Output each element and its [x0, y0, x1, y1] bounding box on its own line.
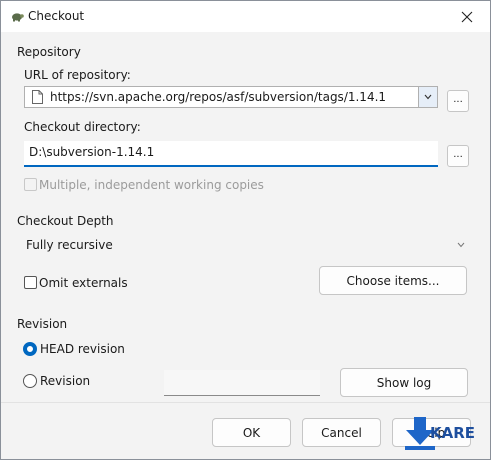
title-bar: Checkout	[1, 1, 490, 32]
repository-section-label: Repository	[17, 45, 81, 59]
choose-items-button[interactable]: Choose items...	[319, 266, 467, 295]
head-revision-radio[interactable]	[23, 342, 37, 356]
ok-button[interactable]: OK	[212, 418, 291, 447]
checkout-directory-value: D:\subversion-1.14.1	[29, 145, 155, 159]
checkout-depth-section-label: Checkout Depth	[17, 214, 114, 228]
watermark-text: KARE	[430, 424, 476, 442]
close-icon	[461, 11, 473, 22]
show-log-label: Show log	[376, 375, 432, 390]
head-revision-label: HEAD revision	[40, 342, 125, 356]
checkout-depth-value: Fully recursive	[26, 238, 113, 252]
document-icon	[32, 90, 43, 104]
revision-label: Revision	[40, 374, 91, 388]
directory-browse-button[interactable]: ...	[447, 145, 469, 167]
cancel-label: Cancel	[321, 425, 362, 440]
window-title: Checkout	[28, 9, 85, 23]
revision-input[interactable]	[164, 370, 320, 396]
show-log-button[interactable]: Show log	[340, 368, 468, 397]
checkout-dialog: Checkout Repository URL of repository: h…	[0, 0, 491, 460]
watermark-logo: KARE	[403, 415, 489, 455]
chevron-down-icon	[424, 94, 432, 100]
url-browse-button[interactable]: ...	[447, 90, 469, 112]
omit-externals-checkbox[interactable]	[24, 276, 37, 289]
multiple-working-copies-checkbox[interactable]	[24, 178, 37, 191]
url-dropdown-button[interactable]	[418, 87, 437, 107]
checkout-depth-select[interactable]: Fully recursive	[24, 234, 468, 256]
cancel-button[interactable]: Cancel	[302, 418, 381, 447]
url-combobox[interactable]: https://svn.apache.org/repos/asf/subvers…	[24, 86, 438, 108]
revision-radio[interactable]	[23, 374, 37, 388]
checkout-directory-field[interactable]: D:\subversion-1.14.1	[24, 141, 438, 167]
url-value: https://svn.apache.org/repos/asf/subvers…	[50, 90, 387, 104]
checkout-directory-label: Checkout directory:	[24, 120, 141, 134]
chevron-down-icon	[457, 242, 465, 248]
turtle-icon	[12, 13, 24, 22]
footer-divider	[1, 402, 490, 403]
multiple-working-copies-label: Multiple, independent working copies	[39, 178, 264, 192]
choose-items-label: Choose items...	[346, 273, 440, 288]
close-button[interactable]	[444, 1, 490, 32]
revision-section-label: Revision	[17, 317, 68, 331]
url-label: URL of repository:	[24, 68, 131, 82]
omit-externals-label: Omit externals	[39, 276, 128, 290]
ok-label: OK	[242, 425, 261, 440]
